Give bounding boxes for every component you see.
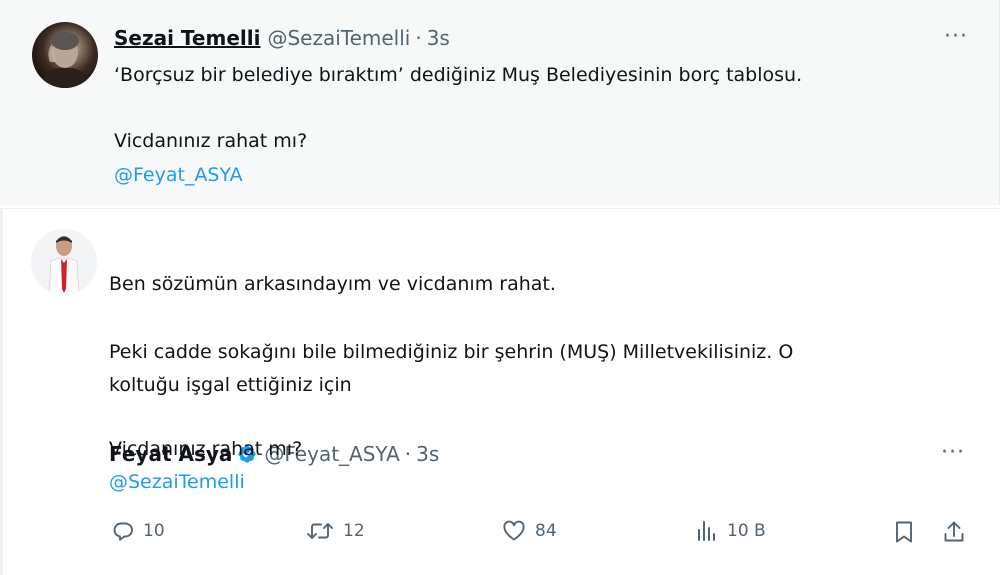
- avatar-photo: [40, 32, 90, 88]
- reply-icon: [113, 522, 133, 541]
- bookmark-button[interactable]: [892, 519, 916, 545]
- reply-count: 10: [143, 521, 165, 541]
- tweet-header: Sezai Temelli @SezaiTemelli · 3s: [114, 26, 450, 50]
- mention-link[interactable]: @SezaiTemelli: [109, 467, 245, 497]
- reply-button[interactable]: 10: [111, 519, 165, 543]
- tweet-text-line: Vicdanınız rahat mı?: [109, 438, 303, 460]
- like-count: 84: [535, 521, 557, 541]
- avatar[interactable]: [32, 22, 98, 88]
- mention-link[interactable]: @Feyat_ASYA: [114, 160, 243, 190]
- tweet-text-line: Vicdanınız rahat mı?: [114, 130, 308, 152]
- retweet-count: 12: [343, 521, 365, 541]
- share-icon: [944, 521, 964, 542]
- views-button[interactable]: 10 B: [695, 519, 766, 543]
- retweet-icon: [307, 523, 333, 539]
- tweet-text-line: ‘Borçsuz bir belediye bıraktım’ dediğini…: [114, 64, 803, 86]
- avatar[interactable]: [31, 229, 97, 295]
- separator-dot: ·: [415, 26, 422, 50]
- tweet-sezai-temelli[interactable]: Sezai Temelli @SezaiTemelli · 3s ··· ‘Bo…: [0, 0, 1000, 205]
- tweet-text-line: Ben sözümün arkasındayım ve vicdanım rah…: [109, 273, 556, 295]
- views-count: 10 B: [727, 521, 766, 541]
- more-options-icon[interactable]: ···: [944, 26, 968, 48]
- tweet-actions-bar: 10 12 84 10 B: [3, 519, 1000, 555]
- views-icon: [698, 521, 715, 541]
- tweet-feyat-asya[interactable]: Feyat Asya @Feyat_ASYA · 3s ··· Ben sözü…: [0, 208, 1000, 575]
- display-name[interactable]: Sezai Temelli: [114, 26, 260, 50]
- tweet-text-line: koltuğu işgal ettiğiniz için: [109, 374, 352, 396]
- like-button[interactable]: 84: [501, 519, 557, 543]
- timestamp[interactable]: 3s: [416, 442, 439, 466]
- heart-icon: [503, 520, 525, 541]
- share-button[interactable]: [941, 519, 967, 545]
- timestamp[interactable]: 3s: [427, 26, 450, 50]
- retweet-button[interactable]: 12: [305, 519, 365, 543]
- tweet-text-line: Peki cadde sokağını bile bilmediğiniz bi…: [109, 341, 794, 363]
- more-options-icon[interactable]: ···: [941, 442, 965, 464]
- user-handle[interactable]: @SezaiTemelli: [267, 26, 410, 50]
- bookmark-icon: [896, 521, 912, 543]
- separator-dot: ·: [404, 442, 412, 466]
- avatar-photo: [31, 229, 97, 295]
